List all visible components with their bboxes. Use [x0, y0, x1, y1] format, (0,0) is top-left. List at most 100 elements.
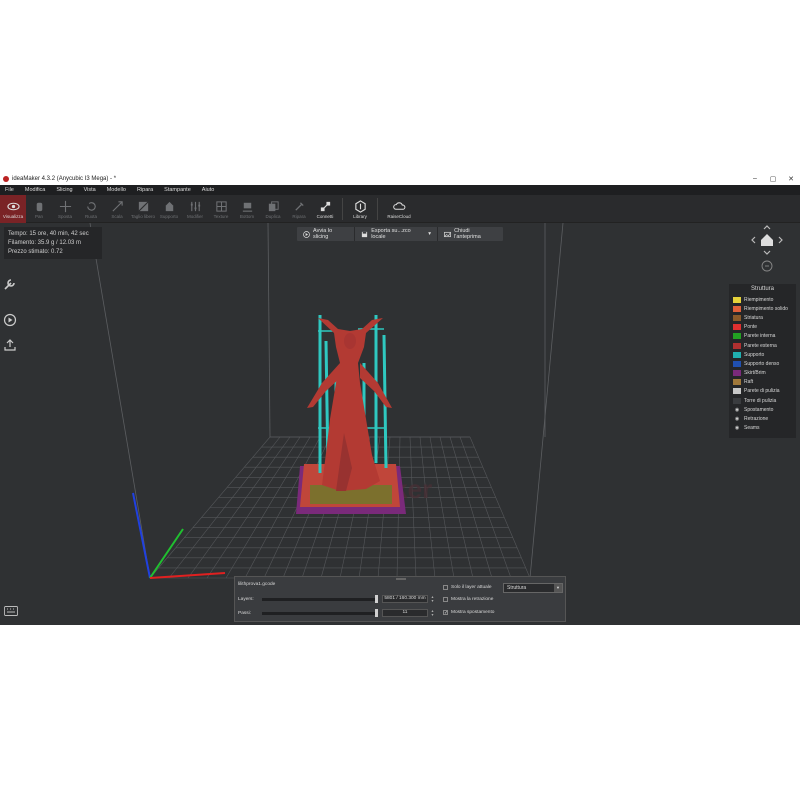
support-icon: [163, 200, 176, 213]
panel-drag-handle[interactable]: [396, 578, 406, 580]
legend-toggle[interactable]: ◉ Retrazione: [733, 414, 792, 423]
legend-item[interactable]: Skirt/Brim: [733, 369, 792, 378]
legend-item[interactable]: Raft: [733, 378, 792, 387]
tool-sposta[interactable]: Sposta: [52, 195, 78, 223]
home-view-icon[interactable]: [761, 234, 773, 246]
tool-ruota[interactable]: Ruota: [78, 195, 104, 223]
legend-swatch: [733, 342, 741, 349]
3d-view-icon[interactable]: [761, 260, 773, 272]
show-retraction-checkbox[interactable]: Mostra la retrazione: [443, 597, 493, 602]
tool-pan[interactable]: Pan: [26, 195, 52, 223]
tool-connetti[interactable]: Connetti: [312, 195, 338, 223]
chevron-down-icon[interactable]: ▼: [554, 584, 562, 592]
start-slicing-button[interactable]: Avvia lo slicing: [297, 227, 354, 241]
tool-raisecloud[interactable]: RaiseCloud: [382, 195, 416, 223]
tool-taglio-libero[interactable]: Taglio libero: [130, 195, 156, 223]
tool-library[interactable]: Library: [347, 195, 373, 223]
view-left-arrow-icon[interactable]: [751, 236, 756, 244]
only-current-layer-checkbox[interactable]: Solo il layer attuale: [443, 585, 492, 590]
left-dock: [3, 277, 21, 363]
layer-label: Layers:: [238, 596, 254, 602]
legend-label: Torre di pulizia: [744, 397, 777, 404]
view-down-arrow-icon[interactable]: [763, 250, 771, 255]
tool-ripara[interactable]: Ripara: [286, 195, 312, 223]
upload-icon[interactable]: [3, 338, 17, 352]
eye-icon[interactable]: ◉: [733, 425, 741, 431]
legend-label: Parete esterna: [744, 342, 777, 349]
menu-stampante[interactable]: Stampante: [164, 187, 191, 193]
tool-visualizza[interactable]: Visualizza: [0, 195, 26, 223]
menu-bar: File Modifica Slicing Vista Modello Ripa…: [0, 185, 800, 195]
checkmark-icon: ✓: [443, 610, 449, 616]
legend-item[interactable]: Supporto denso: [733, 359, 792, 368]
view-up-arrow-icon[interactable]: [763, 225, 771, 230]
play-circle-icon[interactable]: [3, 313, 17, 327]
maximize-button[interactable]: ▢: [764, 175, 782, 183]
wrench-icon[interactable]: [3, 277, 17, 291]
move-icon: [59, 200, 72, 213]
step-slider-row: Passi: 11 ▲ ▼: [238, 608, 438, 618]
eye-icon: [6, 200, 20, 213]
minimize-button[interactable]: –: [746, 175, 764, 183]
menu-file[interactable]: File: [5, 187, 14, 193]
tool-modifier[interactable]: Modifier: [182, 195, 208, 223]
eye-icon[interactable]: ◉: [733, 407, 741, 413]
legend-label: Supporto: [744, 351, 765, 358]
legend-item[interactable]: Striatura: [733, 313, 792, 322]
layer-slider-thumb[interactable]: [375, 595, 378, 603]
legend-toggle-label: Seams: [744, 425, 760, 432]
window-title: ideaMaker 4.3.2 (Anycubic I3 Mega) - *: [12, 176, 117, 182]
legend-item[interactable]: Torre di pulizia: [733, 396, 792, 405]
legend-toggle[interactable]: ◉ Spostamento: [733, 405, 792, 414]
legend-swatch: [733, 370, 741, 377]
legend-toggle[interactable]: ◉ Seams: [733, 424, 792, 433]
3d-viewport[interactable]: ideaMaker: [0, 223, 800, 625]
menu-slicing[interactable]: Slicing: [56, 187, 72, 193]
layer-value-field[interactable]: 5801 / 160.300 mm: [382, 595, 428, 603]
keyboard-icon[interactable]: [4, 603, 18, 616]
tool-bottom[interactable]: Bottom: [234, 195, 260, 223]
view-mode-select[interactable]: Struttura ▼: [503, 583, 563, 593]
legend-item[interactable]: Supporto: [733, 350, 792, 359]
export-local-button[interactable]: Esporta su...zco locale ▾: [354, 227, 437, 241]
legend-label: Ponte: [744, 324, 758, 331]
menu-ripara[interactable]: Ripara: [137, 187, 153, 193]
menu-aiuto[interactable]: Aiuto: [202, 187, 215, 193]
menu-vista[interactable]: Vista: [84, 187, 96, 193]
step-value-field[interactable]: 11: [382, 609, 428, 617]
view-right-arrow-icon[interactable]: [778, 236, 783, 244]
legend-item[interactable]: Riempimento solido: [733, 304, 792, 313]
legend-item[interactable]: Ponte: [733, 323, 792, 332]
layer-stepper[interactable]: ▲ ▼: [430, 595, 435, 603]
step-slider-thumb[interactable]: [375, 609, 378, 617]
tool-supporto[interactable]: Supporto: [156, 195, 182, 223]
chevron-down-icon[interactable]: ▾: [428, 231, 431, 237]
legend-swatch: [733, 388, 741, 395]
legend-item[interactable]: Riempimento: [733, 295, 792, 304]
layer-slider[interactable]: [262, 595, 378, 603]
tool-duplica[interactable]: Duplica: [260, 195, 286, 223]
filament-usage: Filamento: 35.9 g / 12.03 m: [8, 240, 82, 246]
print-stats-panel: Tempo: 15 ore, 40 min, 42 sec Filamento:…: [4, 227, 102, 259]
close-preview-button[interactable]: Chiudi l'anteprima: [437, 227, 503, 241]
library-icon: [354, 199, 367, 213]
app-logo-icon: [3, 176, 9, 182]
step-slider[interactable]: [262, 609, 378, 617]
tool-texture[interactable]: Texture: [208, 195, 234, 223]
legend-item[interactable]: Parete di pulizia: [733, 387, 792, 396]
menu-modello[interactable]: Modello: [107, 187, 126, 193]
close-button[interactable]: ✕: [782, 175, 800, 183]
legend-swatch: [733, 324, 741, 331]
menu-modifica[interactable]: Modifica: [25, 187, 45, 193]
connect-icon: [319, 200, 332, 213]
show-travel-checkbox[interactable]: ✓ Mostra spostamento: [443, 610, 494, 616]
step-stepper[interactable]: ▲ ▼: [430, 609, 435, 617]
tool-scala[interactable]: Scala: [104, 195, 130, 223]
legend-item[interactable]: Parete interna: [733, 332, 792, 341]
cloud-icon: [392, 200, 406, 213]
main-toolbar: Visualizza Pan Sposta Ruota Scala Taglio…: [0, 195, 800, 223]
legend-swatch: [733, 360, 741, 367]
legend-item[interactable]: Parete esterna: [733, 341, 792, 350]
eye-icon[interactable]: ◉: [733, 416, 741, 422]
legend-swatch: [733, 379, 741, 386]
